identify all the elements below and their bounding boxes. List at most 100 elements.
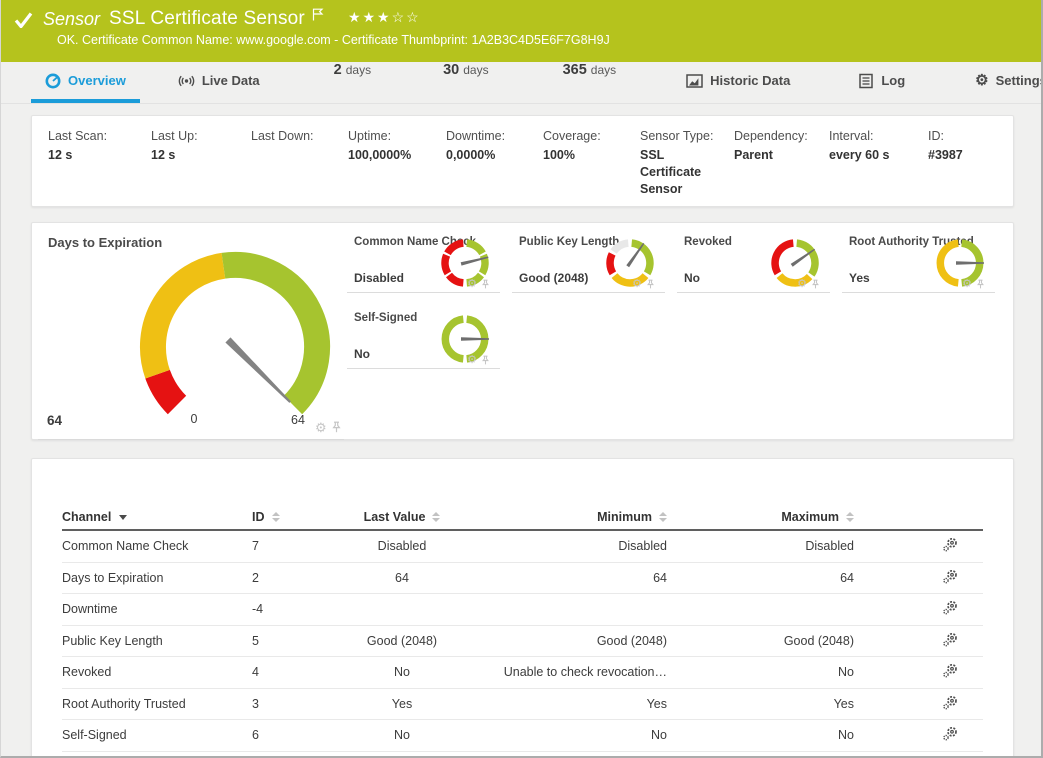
stat-downtime: Downtime:0,0000% (446, 129, 543, 206)
table-row-common-name-check[interactable]: Common Name Check 7 Disabled Disabled Di… (62, 531, 983, 563)
divider (38, 439, 344, 440)
stat-label: Last Up: (151, 129, 239, 143)
stat-label: Coverage: (543, 129, 628, 143)
stat-value: 100% (543, 147, 628, 164)
gauge-settings-gear-icon[interactable]: ⚙ (797, 279, 807, 290)
gauge-settings-gear-icon[interactable]: ⚙ (315, 421, 327, 434)
column-header-maximum[interactable]: Maximum (667, 510, 854, 524)
column-label: Minimum (597, 510, 652, 524)
cell-maximum: 64 (667, 571, 854, 585)
stat-uptime: Uptime:100,0000% (348, 129, 446, 206)
pin-icon[interactable] (331, 421, 342, 434)
tab-overview[interactable]: Overview (31, 62, 140, 103)
tab-log[interactable]: Log (844, 62, 919, 103)
tab-settings[interactable]: ⚙ Settings (961, 62, 1043, 103)
channel-settings-icon[interactable] (942, 695, 958, 713)
tab-day-unit: days (346, 63, 371, 77)
stat-label: Last Down: (251, 129, 336, 143)
stat-label: Interval: (829, 129, 916, 143)
channels-table: Channel ID Last Value Minimum Maximum Co… (62, 505, 983, 752)
flag-icon[interactable] (312, 8, 324, 21)
table-row-public-key-length[interactable]: Public Key Length 5 Good (2048) Good (20… (62, 626, 983, 658)
table-header-row: Channel ID Last Value Minimum Maximum (62, 505, 983, 531)
stat-label: ID: (928, 129, 963, 143)
cell-last-value: Disabled (342, 539, 462, 553)
gauge-settings-gear-icon[interactable]: ⚙ (467, 279, 477, 290)
gauge-actions: ⚙ (467, 355, 490, 366)
cell-minimum: Good (2048) (462, 634, 667, 648)
tab-live-data[interactable]: Live Data (164, 62, 274, 103)
tab-30-days[interactable]: 30 days (429, 62, 503, 103)
column-header-last-value[interactable]: Last Value (342, 510, 462, 524)
stat-dependency: Dependency: Parent (734, 129, 829, 206)
main-gauge-value: 64 (47, 413, 62, 428)
stat-sensor-type: Sensor Type:SSL Certificate Sensor (640, 129, 734, 206)
channel-settings-icon[interactable] (942, 569, 958, 587)
table-row-days-to-expiration[interactable]: Days to Expiration 2 64 64 64 (62, 563, 983, 595)
channel-settings-icon[interactable] (942, 600, 958, 618)
column-header-minimum[interactable]: Minimum (462, 510, 667, 524)
tab-historic-data[interactable]: Historic Data (672, 62, 804, 103)
gauge-settings-gear-icon[interactable]: ⚙ (467, 355, 477, 366)
column-header-id[interactable]: ID (252, 510, 342, 524)
gauge-cell-root-authority-trusted: Root Authority Trusted Yes ⚙ (842, 231, 995, 293)
status-ok-check-icon (14, 12, 33, 28)
gauge-actions: ⚙ (467, 279, 490, 290)
table-row-self-signed[interactable]: Self-Signed 6 No No No (62, 720, 983, 752)
gauge-cell-common-name-check: Common Name Check Disabled ⚙ (347, 231, 500, 293)
pin-icon[interactable] (976, 279, 985, 290)
stat-value: #3987 (928, 147, 963, 164)
tab-2-days[interactable]: 2 days (320, 62, 385, 103)
cell-id: -4 (252, 602, 342, 616)
gauge-value: Disabled (354, 271, 404, 285)
cell-channel: Self-Signed (62, 728, 252, 742)
channel-settings-icon[interactable] (942, 726, 958, 744)
stat-last-down: Last Down: (251, 129, 348, 206)
historic-data-icon (686, 73, 703, 89)
stat-label: Dependency: (734, 129, 817, 143)
pin-icon[interactable] (811, 279, 820, 290)
cell-channel: Public Key Length (62, 634, 252, 648)
gauge-settings-gear-icon[interactable]: ⚙ (632, 279, 642, 290)
sort-icon (272, 512, 280, 522)
channel-settings-icon[interactable] (942, 663, 958, 681)
gauge-actions: ⚙ (797, 279, 820, 290)
tab-365-days[interactable]: 365 days (549, 62, 631, 103)
cell-id: 2 (252, 571, 342, 585)
page-title: SSL Certificate Sensor (109, 8, 305, 30)
cell-minimum: No (462, 728, 667, 742)
pin-icon[interactable] (481, 279, 490, 290)
cell-minimum: Yes (462, 697, 667, 711)
stat-value: Parent (734, 147, 817, 164)
table-row-root-authority-trusted[interactable]: Root Authority Trusted 3 Yes Yes Yes (62, 689, 983, 721)
gauge-title: Revoked (684, 236, 732, 248)
column-label: Last Value (364, 510, 426, 524)
stat-last-scan: Last Scan:12 s (48, 129, 151, 206)
stat-last-up: Last Up: 12 s (151, 129, 251, 206)
stat-value: 12 s (151, 147, 239, 164)
pin-icon[interactable] (646, 279, 655, 290)
channels-table-panel: Channel ID Last Value Minimum Maximum Co… (31, 458, 1014, 758)
column-header-channel[interactable]: Channel (62, 510, 252, 524)
table-row-downtime[interactable]: Downtime -4 (62, 594, 983, 626)
cell-maximum: No (667, 665, 854, 679)
main-gauge-scale-max: 64 (284, 413, 312, 427)
stat-value: SSL Certificate Sensor (640, 147, 722, 198)
pin-icon[interactable] (481, 355, 490, 366)
cell-last-value: Good (2048) (342, 634, 462, 648)
tab-label: Live Data (202, 73, 260, 88)
tab-day-number: 2 (334, 62, 342, 78)
stat-value: 100,0000% (348, 147, 434, 164)
stars-empty: ☆☆ (392, 9, 421, 25)
gauge-settings-gear-icon[interactable]: ⚙ (962, 279, 972, 290)
channel-settings-icon[interactable] (942, 632, 958, 650)
tab-label: Historic Data (710, 73, 790, 88)
sort-icon (659, 512, 667, 522)
cell-last-value: Yes (342, 697, 462, 711)
cell-maximum: No (667, 728, 854, 742)
status-summary-panel: Last Scan:12 s Last Up: 12 s Last Down: U… (31, 115, 1014, 207)
channel-settings-icon[interactable] (942, 537, 958, 555)
tab-bar: Overview Live Data 2 days 30 days 365 da… (1, 62, 1041, 104)
priority-stars[interactable]: ★★★☆☆ (348, 9, 421, 26)
table-row-revoked[interactable]: Revoked 4 No Unable to check revocation…… (62, 657, 983, 689)
